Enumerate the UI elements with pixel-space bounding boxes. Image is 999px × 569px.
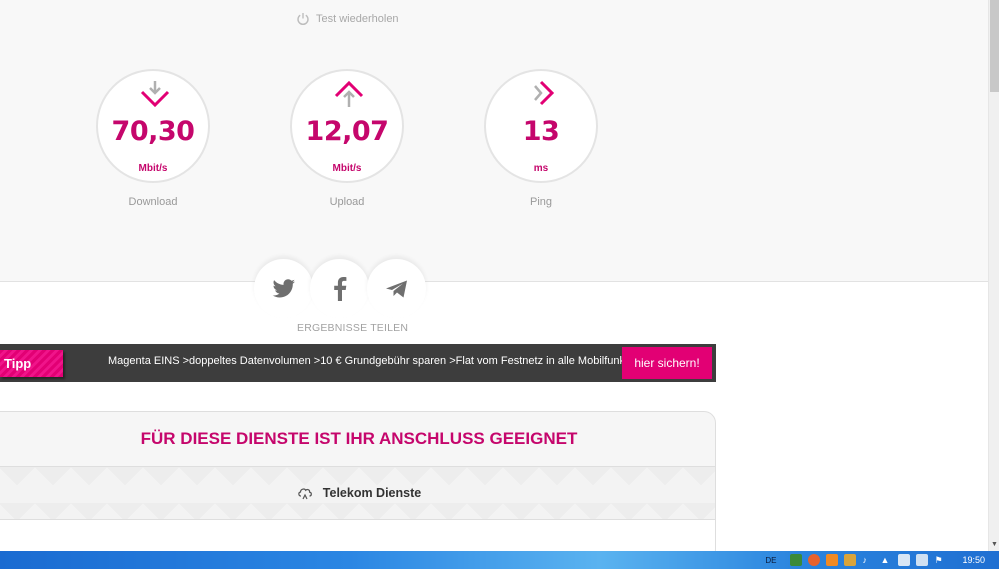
share-facebook-button[interactable]	[310, 259, 369, 318]
chevron-up-icon[interactable]: ▲	[880, 554, 892, 566]
services-title: FÜR DIESE DIENSTE IST IHR ANSCHLUSS GEEI…	[140, 429, 578, 448]
tip-banner: Tipp Magenta EINS >doppeltes Datenvolume…	[0, 344, 716, 382]
share-telegram-button[interactable]	[367, 259, 426, 318]
ping-label: Ping	[529, 196, 553, 208]
download-metric: 70,30 Mbit/s Download	[96, 69, 210, 208]
upload-label: Upload	[329, 196, 365, 208]
page-scrollbar[interactable]: ▼	[988, 0, 999, 551]
upload-value: 12,07	[305, 116, 389, 147]
ping-unit: ms	[533, 163, 549, 174]
download-value: 70,30	[111, 116, 195, 147]
ping-metric: 13 ms Ping	[484, 69, 598, 208]
power-icon	[297, 13, 309, 26]
tray-security-icon[interactable]	[808, 554, 821, 566]
taskbar: DE ♪ ▲ ⚑ 19:50	[0, 551, 999, 569]
language-indicator[interactable]: DE	[765, 556, 776, 565]
facebook-icon	[333, 276, 346, 301]
ping-circle: 13 ms	[484, 69, 598, 183]
share-label: ERGEBNISSE TEILEN	[297, 322, 409, 334]
tip-cta-button[interactable]: hier sichern!	[622, 347, 712, 379]
scroll-down-arrow-icon[interactable]: ▼	[990, 540, 999, 549]
system-tray: DE ♪ ▲ ⚑ 19:50	[765, 551, 999, 569]
upload-metric: 12,07 Mbit/s Upload	[290, 69, 404, 208]
network-icon[interactable]	[898, 554, 911, 566]
tray-app-icon[interactable]	[790, 554, 803, 566]
flag-icon[interactable]: ⚑	[934, 554, 946, 566]
cloud-icon	[298, 488, 312, 500]
taskbar-clock[interactable]: 19:50	[962, 555, 985, 565]
download-circle: 70,30 Mbit/s	[96, 69, 210, 183]
retest-button[interactable]: Test wiederholen	[296, 11, 399, 27]
chevron-right-icon	[534, 80, 555, 106]
arrow-up-icon	[334, 80, 364, 107]
tip-text: Magenta EINS >doppeltes Datenvolumen >10…	[108, 355, 652, 367]
volume-icon[interactable]: ♪	[862, 554, 874, 566]
ping-value: 13	[522, 116, 560, 147]
upload-unit: Mbit/s	[332, 163, 362, 174]
retest-label: Test wiederholen	[316, 13, 399, 25]
tip-badge: Tipp	[0, 350, 63, 377]
scroll-thumb[interactable]	[990, 0, 999, 92]
tray-update-icon[interactable]	[826, 554, 839, 566]
services-row-telekom[interactable]: Telekom Dienste	[0, 466, 715, 520]
twitter-icon	[272, 278, 295, 297]
services-row-label: Telekom Dienste	[322, 486, 422, 500]
results-panel: Test wiederholen 70,30 Mbit/s Download 1…	[0, 0, 988, 282]
tray-warning-icon[interactable]	[844, 554, 857, 566]
telegram-icon	[385, 280, 407, 297]
share-twitter-button[interactable]	[254, 259, 313, 318]
download-label: Download	[128, 196, 178, 208]
download-unit: Mbit/s	[138, 163, 168, 174]
services-panel: FÜR DIESE DIENSTE IST IHR ANSCHLUSS GEEI…	[0, 411, 716, 561]
arrow-down-icon	[140, 81, 170, 108]
monitor-icon[interactable]	[916, 554, 929, 566]
upload-circle: 12,07 Mbit/s	[290, 69, 404, 183]
